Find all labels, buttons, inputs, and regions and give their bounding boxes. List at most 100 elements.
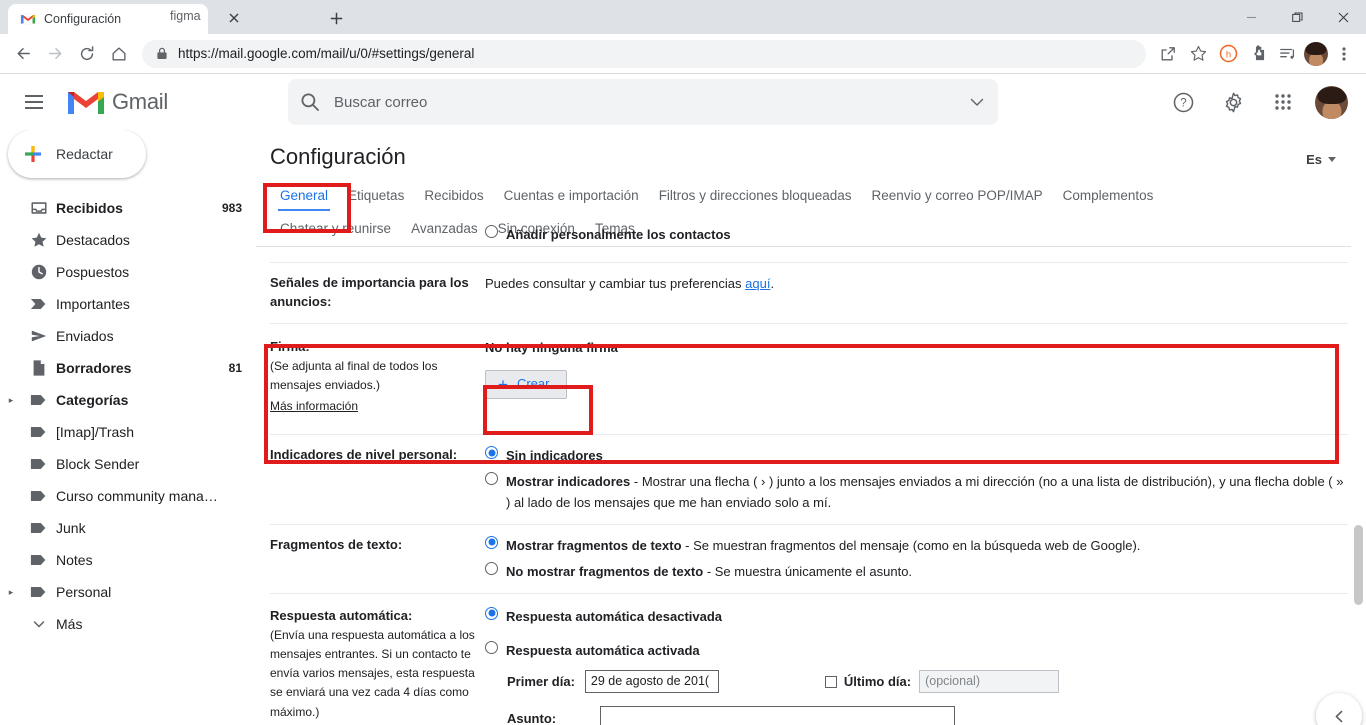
sidebar-item-mas[interactable]: Más <box>0 608 256 640</box>
tab-title-inactive: figma <box>170 9 201 23</box>
maximize-icon[interactable] <box>1274 0 1320 34</box>
share-icon[interactable] <box>1154 40 1182 68</box>
address-bar-url: https://mail.google.com/mail/u/0/#settin… <box>178 46 475 61</box>
option-anadir-contactos[interactable]: Añadir personalmente los contactos <box>485 225 1348 245</box>
sidebar-item-imap-trash[interactable]: [Imap]/Trash <box>0 416 256 448</box>
row-value: Mostrar fragmentos de texto - Se muestra… <box>485 535 1348 582</box>
minimize-icon[interactable] <box>1228 0 1274 34</box>
preferences-link[interactable]: aquí <box>745 276 770 291</box>
sidebar: Redactar Recibidos 983 Destacados Pospue… <box>0 130 256 725</box>
hamburger-menu-icon[interactable] <box>12 80 56 124</box>
sidebar-item-curso-community[interactable]: Curso community mana… <box>0 480 256 512</box>
radio-anadir-contactos[interactable] <box>485 225 498 238</box>
honey-extension-icon[interactable]: h <box>1214 40 1242 68</box>
search-options-icon[interactable] <box>968 93 986 111</box>
toolbar-actions: h <box>1154 40 1358 68</box>
tab-etiquetas[interactable]: Etiquetas <box>338 180 414 213</box>
tab-complementos[interactable]: Complementos <box>1053 180 1164 213</box>
option-label: No mostrar fragmentos de texto <box>506 563 704 579</box>
sidebar-item-junk[interactable]: Junk <box>0 512 256 544</box>
option-respuesta-activada[interactable]: Respuesta automática activada <box>485 641 1348 661</box>
subject-input[interactable] <box>600 706 956 725</box>
home-icon[interactable] <box>104 39 134 69</box>
gmail-app: Gmail Buscar correo ? Redactar Recibidos… <box>0 74 1366 725</box>
sidebar-item-label: Borradores <box>56 360 132 376</box>
sidebar-item-borradores[interactable]: Borradores 81 <box>0 352 256 384</box>
row-label-empty <box>270 225 485 251</box>
search-input[interactable]: Buscar correo <box>288 79 998 125</box>
respuesta-sublabel: (Envía una respuesta automática a los me… <box>270 627 475 719</box>
firma-status: No hay ninguna firma <box>485 339 618 355</box>
kebab-menu-icon[interactable] <box>1330 40 1358 68</box>
expand-arrow-icon[interactable]: ▸ <box>0 395 22 406</box>
reading-list-icon[interactable] <box>1274 40 1302 68</box>
option-mostrar-fragmentos[interactable]: Mostrar fragmentos de texto - Se muestra… <box>485 535 1348 556</box>
last-day-input[interactable]: (opcional) <box>919 670 1060 694</box>
sidebar-item-label: Personal <box>56 584 112 600</box>
settings-header: Configuración Es <box>256 130 1366 170</box>
sidebar-item-enviados[interactable]: Enviados <box>0 320 256 352</box>
sidebar-item-notes[interactable]: Notes <box>0 544 256 576</box>
compose-button[interactable]: Redactar <box>8 130 146 178</box>
option-mostrar-indicadores[interactable]: Mostrar indicadores - Mostrar una flecha… <box>485 472 1348 512</box>
radio-mostrar-fragmentos[interactable] <box>485 535 498 549</box>
radio-mostrar-indicadores[interactable] <box>485 472 498 486</box>
close-icon[interactable] <box>1320 0 1366 34</box>
tab-reenvio-y-correo-pop-imap[interactable]: Reenvio y correo POP/IMAP <box>862 180 1053 213</box>
star-icon[interactable] <box>1184 40 1212 68</box>
row-label-indicadores: Indicadores de nivel personal: <box>270 447 458 463</box>
tab-cuentas-e-importacion[interactable]: Cuentas e importación <box>494 180 649 213</box>
radio-respuesta-desactivada[interactable] <box>485 606 498 620</box>
scrollbar-thumb[interactable] <box>1354 525 1363 605</box>
sidebar-item-label: Recibidos <box>56 200 123 216</box>
option-label: Respuesta automática desactivada <box>506 608 723 624</box>
sidebar-item-recibidos[interactable]: Recibidos 983 <box>0 192 256 224</box>
settings-gear-icon[interactable] <box>1213 82 1253 122</box>
create-signature-button[interactable]: + Crear <box>485 369 568 399</box>
sidebar-item-label: Importantes <box>56 296 130 312</box>
option-no-mostrar-fragmentos[interactable]: No mostrar fragmentos de texto - Se mues… <box>485 561 1348 582</box>
google-apps-icon[interactable] <box>1263 82 1303 122</box>
sidebar-item-categorias[interactable]: ▸ Categorías <box>0 384 256 416</box>
account-avatar[interactable] <box>1315 85 1348 119</box>
importance-text: Puedes consultar y cambiar tus preferenc… <box>485 276 746 292</box>
tab-recibidos[interactable]: Recibidos <box>414 180 493 213</box>
address-bar[interactable]: https://mail.google.com/mail/u/0/#settin… <box>142 39 1146 68</box>
help-icon[interactable]: ? <box>1163 82 1203 122</box>
sidebar-item-block-sender[interactable]: Block Sender <box>0 448 256 480</box>
browser-profile-avatar[interactable] <box>1304 41 1328 66</box>
tab-close-icon[interactable] <box>225 9 243 27</box>
expand-arrow-icon[interactable]: ▸ <box>0 587 22 598</box>
subject-label: Asunto: <box>507 711 557 725</box>
puzzle-extensions-icon[interactable] <box>1244 40 1272 68</box>
radio-no-mostrar-fragmentos[interactable] <box>485 561 498 575</box>
sidebar-item-personal[interactable]: ▸ Personal <box>0 576 256 608</box>
page-title: Configuración <box>270 144 406 169</box>
tab-general[interactable]: General <box>270 180 338 213</box>
first-day-input[interactable]: 29 de agosto de 201( <box>584 670 719 694</box>
row-value: Respuesta automática desactivada Respues… <box>485 606 1348 725</box>
last-day-checkbox[interactable] <box>824 675 837 688</box>
new-tab-button[interactable] <box>322 4 350 32</box>
browser-toolbar: https://mail.google.com/mail/u/0/#settin… <box>0 34 1366 74</box>
sidebar-item-importantes[interactable]: Importantes <box>0 288 256 320</box>
tab-filtros-y-direcciones-bloqueadas[interactable]: Filtros y direcciones bloqueadas <box>649 180 862 213</box>
send-icon <box>22 327 56 345</box>
mas-informacion-link[interactable]: Más información <box>270 397 358 416</box>
svg-text:?: ? <box>1180 97 1186 109</box>
reload-icon[interactable] <box>72 39 102 69</box>
back-arrow-icon[interactable] <box>8 39 38 69</box>
content-scrollbar[interactable] <box>1351 130 1366 725</box>
sidebar-item-count: 81 <box>228 361 242 375</box>
forward-arrow-icon[interactable] <box>40 39 70 69</box>
option-sin-indicadores[interactable]: Sin indicadores <box>485 446 1348 466</box>
sidebar-item-destacados[interactable]: Destacados <box>0 224 256 256</box>
gmail-logo[interactable]: Gmail <box>66 87 236 117</box>
row-label-senales: Señales de importancia para los anuncios… <box>270 275 469 309</box>
radio-respuesta-activada[interactable] <box>485 641 498 655</box>
sidebar-item-label: [Imap]/Trash <box>56 424 135 440</box>
radio-sin-indicadores[interactable] <box>485 446 498 460</box>
option-respuesta-desactivada[interactable]: Respuesta automática desactivada <box>485 606 1348 627</box>
language-selector[interactable]: Es <box>1306 144 1336 167</box>
sidebar-item-pospuestos[interactable]: Pospuestos <box>0 256 256 288</box>
